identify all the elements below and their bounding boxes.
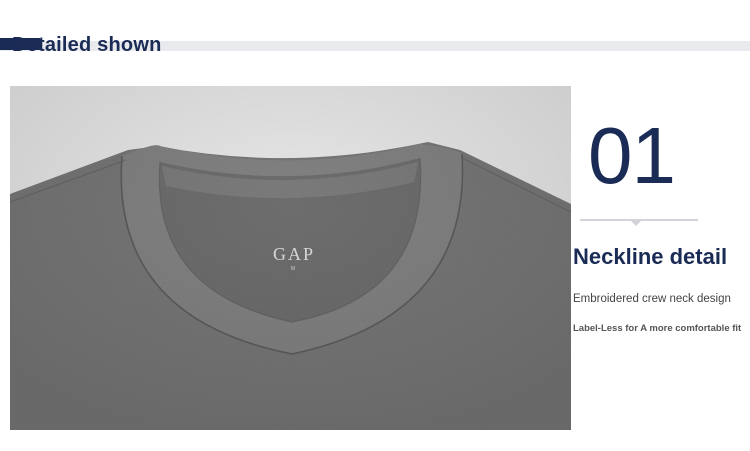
feature-description-2: Label-Less for A more comfortable fit xyxy=(573,323,742,334)
section-title: Detailed shown xyxy=(12,34,162,56)
size-label: M xyxy=(290,266,296,272)
feature-title: Neckline detail xyxy=(573,244,728,269)
feature-description-1: Embroidered crew neck design xyxy=(573,293,731,305)
product-photo: GAP M xyxy=(10,86,571,430)
brand-label: GAP xyxy=(273,244,316,264)
divider-notch xyxy=(630,220,642,226)
feature-number: 01 xyxy=(588,111,676,200)
